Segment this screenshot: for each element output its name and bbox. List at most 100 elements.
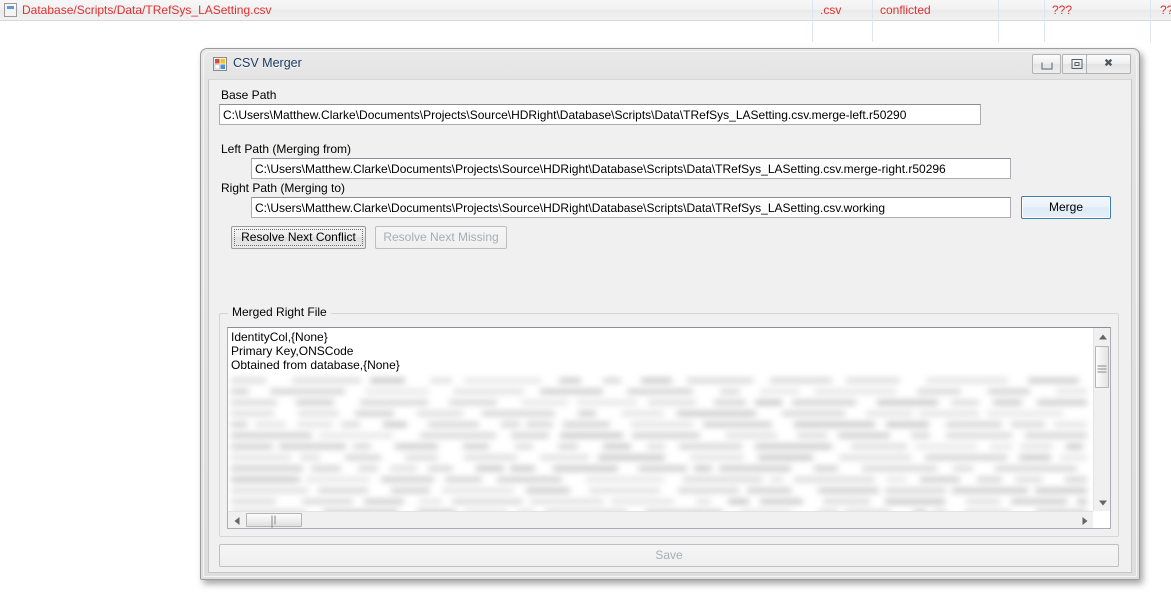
redacted-text-segment [476, 466, 504, 471]
redacted-text-segment [794, 422, 875, 427]
right-path-label: Right Path (Merging to) [221, 181, 346, 195]
redacted-text-segment [987, 411, 1063, 416]
redacted-text-segment [526, 488, 570, 493]
grip-icon [1097, 364, 1107, 373]
redacted-text-segment [1019, 455, 1051, 460]
redacted-text-segment [302, 499, 353, 504]
minimize-button[interactable] [1032, 54, 1061, 74]
redacted-text-segment [598, 455, 665, 460]
redacted-text-segment [792, 400, 856, 405]
redacted-text-segment [797, 433, 827, 438]
redacted-text-segment [510, 466, 535, 471]
base-path-input[interactable]: C:\Users\Matthew.Clarke\Documents\Projec… [219, 104, 981, 125]
redacted-text-segment [915, 444, 977, 449]
redacted-text-segment [726, 433, 777, 438]
redacted-text-segment [589, 488, 660, 493]
redacted-text-segment [482, 411, 555, 416]
redacted-text-segment [728, 499, 749, 504]
redacted-text-segment [917, 389, 961, 394]
redacted-text-segment [449, 400, 497, 405]
grip-icon [271, 515, 278, 528]
cell-status: conflicted [880, 3, 931, 17]
redacted-content-region [229, 376, 1087, 528]
redacted-text-segment [1035, 488, 1087, 493]
merged-right-file-textarea[interactable]: IdentityCol,{None} Primary Key,ONSCode O… [227, 327, 1111, 529]
redacted-text-segment [622, 411, 664, 416]
title-bar[interactable]: CSV Merger ✖ [201, 49, 1139, 79]
redacted-text-segment [687, 378, 753, 383]
redacted-text-segment [231, 400, 277, 405]
redacted-text-segment [553, 466, 618, 471]
horizontal-scrollbar[interactable] [228, 511, 1093, 528]
redacted-text-segment [885, 499, 945, 504]
csv-merger-window: CSV Merger ✖ Base Path C:\Users\Matthew.… [200, 48, 1140, 580]
redacted-text-segment [966, 499, 1000, 504]
restore-icon [1071, 59, 1082, 69]
vertical-scrollbar[interactable] [1093, 328, 1110, 511]
redacted-text-segment [255, 422, 286, 427]
redacted-text-segment [383, 422, 407, 427]
redacted-text-segment [988, 389, 1030, 394]
redacted-text-segment [318, 488, 368, 493]
redacted-text-segment [306, 477, 370, 482]
redacted-text-segment [603, 378, 621, 383]
redacted-text-segment [886, 422, 929, 427]
base-path-label: Base Path [221, 88, 277, 102]
csv-file-icon [4, 3, 17, 17]
column-divider [872, 0, 873, 42]
redacted-text-segment [1060, 455, 1087, 460]
redacted-text-segment [405, 455, 438, 460]
redacted-text-segment [627, 389, 693, 394]
redacted-text-segment [603, 444, 631, 449]
chevron-right-icon [1082, 516, 1087, 525]
scroll-up-arrow[interactable] [1094, 328, 1110, 345]
redacted-text-segment [694, 466, 712, 471]
redacted-text-segment [690, 455, 744, 460]
scroll-left-arrow[interactable] [228, 512, 245, 528]
resolve-next-missing-button: Resolve Next Missing [375, 226, 507, 249]
redacted-text-segment [851, 444, 907, 449]
scroll-down-arrow[interactable] [1094, 494, 1110, 511]
redacted-text-segment [714, 400, 746, 405]
merge-button[interactable]: Merge [1021, 196, 1111, 219]
redacted-text-segment [977, 477, 1002, 482]
redacted-text-segment [1028, 378, 1079, 383]
redacted-text-segment [231, 488, 308, 493]
redacted-text-segment [345, 455, 381, 460]
window-title: CSV Merger [233, 56, 302, 70]
vertical-scrollbar-thumb[interactable] [1095, 346, 1109, 388]
redacted-text-segment [231, 455, 291, 460]
redacted-text-segment [823, 499, 870, 504]
horizontal-scrollbar-thumb[interactable] [246, 513, 302, 528]
redacted-text-segment [839, 455, 911, 460]
scroll-right-arrow[interactable] [1076, 512, 1093, 528]
right-path-input[interactable]: C:\Users\Matthew.Clarke\Documents\Projec… [251, 197, 1011, 218]
redacted-text-segment [360, 400, 428, 405]
redacted-text-segment [370, 378, 405, 383]
redacted-text-segment [946, 422, 1002, 427]
redacted-text-segment [953, 466, 973, 471]
redacted-text-segment [577, 400, 637, 405]
redacted-text-segment [770, 378, 832, 383]
redacted-text-segment [279, 444, 346, 449]
redacted-text-segment [270, 389, 345, 394]
left-path-input[interactable]: C:\Users\Matthew.Clarke\Documents\Projec… [251, 158, 1011, 179]
redacted-text-segment [464, 378, 541, 383]
close-button[interactable]: ✖ [1086, 54, 1131, 74]
redacted-text-segment [297, 422, 333, 427]
redacted-text-segment [515, 444, 533, 449]
redacted-text-segment [453, 389, 524, 394]
redacted-text-segment [428, 422, 479, 427]
redacted-text-segment [511, 433, 549, 438]
resolve-next-conflict-button[interactable]: Resolve Next Conflict [231, 226, 366, 249]
redacted-text-segment [632, 433, 700, 438]
table-row[interactable]: Database/Scripts/Data/TRefSys_LASetting.… [0, 0, 1171, 21]
redacted-text-segment [365, 389, 429, 394]
chevron-down-icon [1098, 500, 1107, 505]
cell-lock-status: ?? [1160, 3, 1171, 17]
redacted-text-segment [358, 466, 378, 471]
redacted-text-segment [877, 400, 938, 405]
redacted-text-segment [719, 466, 791, 471]
group-title: Merged Right File [228, 305, 331, 319]
redacted-text-segment [911, 433, 930, 438]
